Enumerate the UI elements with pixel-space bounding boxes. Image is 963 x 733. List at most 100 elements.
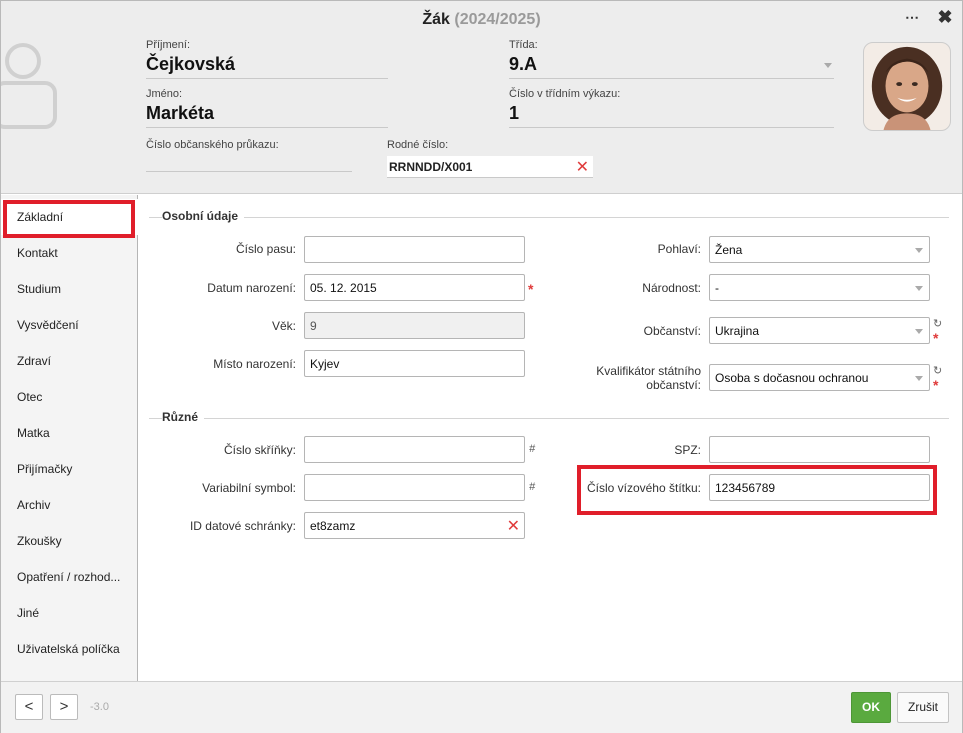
citizenship-label: Občanství:	[643, 324, 701, 338]
chevron-down-icon[interactable]	[915, 248, 923, 253]
surname-value: Čejkovská	[146, 54, 236, 74]
birth-number-label: Rodné číslo:	[387, 139, 449, 151]
student-photo[interactable]	[863, 42, 951, 131]
data-box-id-input[interactable]: et8zamz ✕	[304, 512, 525, 539]
firstname-field[interactable]: Jméno: Markéta	[146, 88, 388, 128]
sidebar-item-kontakt[interactable]: Kontakt	[1, 235, 138, 271]
citizenship-qualifier-label-line2: občanství:	[646, 378, 701, 392]
age-input: 9	[304, 312, 525, 339]
required-mark: *	[933, 330, 939, 346]
sidebar-item-archiv[interactable]: Archiv	[1, 487, 138, 523]
variable-symbol-label: Variabilní symbol:	[202, 481, 296, 495]
close-icon[interactable]: ✖	[937, 8, 953, 26]
sidebar-item-prijimacky[interactable]: Přijímačky	[1, 451, 138, 487]
refresh-icon[interactable]: ↻	[933, 364, 942, 377]
birth-number-field[interactable]: Rodné číslo: RRNNDD/X001 ✕	[387, 139, 593, 178]
locker-number-label: Číslo skříňky:	[223, 443, 296, 457]
locker-number-input[interactable]	[304, 436, 525, 463]
license-plate-input[interactable]	[709, 436, 930, 463]
sidebar-item-zakladni[interactable]: Základní	[1, 199, 138, 235]
hash-icon[interactable]: #	[529, 481, 535, 493]
variable-symbol-input[interactable]	[304, 474, 525, 501]
visa-label-number-input[interactable]: 123456789	[709, 474, 930, 501]
more-options-icon[interactable]: ⋯	[905, 9, 919, 25]
firstname-underline	[146, 127, 388, 128]
next-button[interactable]: >	[50, 694, 78, 720]
dialog-header: Žák (2024/2025) ⋯ ✖ Příjmení: Čejkovská …	[1, 1, 962, 194]
prev-button[interactable]: <	[15, 694, 43, 720]
sidebar-item-jine[interactable]: Jiné	[1, 595, 138, 631]
license-plate-label: SPZ:	[674, 443, 701, 457]
age-label: Věk:	[271, 319, 296, 333]
citizenship-select[interactable]: Ukrajina	[709, 317, 930, 344]
class-underline	[509, 78, 834, 79]
ok-button[interactable]: OK	[851, 692, 891, 723]
gender-value: Žena	[715, 243, 743, 257]
sidebar-item-vysvedceni[interactable]: Vysvědčení	[1, 307, 138, 343]
citizenship-qualifier-label-line1: Kvalifikátor státního	[596, 364, 701, 378]
gender-label: Pohlaví:	[657, 242, 701, 256]
id-card-number-field[interactable]: Číslo občanského průkazu:	[146, 139, 352, 172]
section-title-ruzne: Různé	[162, 410, 204, 424]
nationality-value: -	[715, 281, 719, 295]
class-register-number-label: Číslo v třídním výkazu:	[509, 88, 621, 100]
chevron-down-icon[interactable]	[915, 376, 923, 381]
chevron-down-icon[interactable]	[915, 329, 923, 334]
sidebar-item-studium[interactable]: Studium	[1, 271, 138, 307]
birth-date-label: Datum narození:	[207, 281, 296, 295]
passport-number-label: Číslo pasu:	[235, 242, 296, 256]
sidebar-item-uzivatelska-policka[interactable]: Uživatelská políčka	[1, 631, 138, 667]
id-card-number-label: Číslo občanského průkazu:	[146, 139, 279, 151]
id-card-number-underline	[146, 171, 352, 172]
gender-select[interactable]: Žena	[709, 236, 930, 263]
chevron-down-icon[interactable]	[915, 286, 923, 291]
refresh-icon[interactable]: ↻	[933, 317, 942, 330]
surname-label: Příjmení:	[146, 39, 191, 51]
sidebar-item-matka[interactable]: Matka	[1, 415, 138, 451]
sidebar-item-opatreni[interactable]: Opatření / rozhod...	[1, 559, 138, 595]
citizenship-value: Ukrajina	[715, 324, 760, 338]
dialog-footer: < > -3.0 OK Zrušit	[1, 681, 962, 733]
passport-number-input[interactable]	[304, 236, 525, 263]
hash-icon[interactable]: #	[529, 443, 535, 455]
class-select[interactable]: Třída: 9.A	[509, 39, 834, 79]
surname-underline	[146, 78, 388, 79]
firstname-value: Markéta	[146, 103, 215, 123]
class-value: 9.A	[509, 54, 538, 74]
nationality-select[interactable]: -	[709, 274, 930, 301]
required-mark: *	[528, 281, 534, 297]
firstname-label: Jméno:	[146, 88, 183, 100]
class-register-number-underline	[509, 127, 834, 128]
birth-number-value: RRNNDD/X001	[389, 160, 473, 174]
required-mark: *	[933, 377, 939, 393]
section-divider	[149, 418, 949, 419]
surname-field[interactable]: Příjmení: Čejkovská	[146, 39, 388, 79]
citizenship-qualifier-value: Osoba s dočasnou ochranou	[715, 371, 869, 385]
citizenship-qualifier-select[interactable]: Osoba s dočasnou ochranou	[709, 364, 930, 391]
clear-icon[interactable]: ✕	[507, 516, 520, 536]
birth-number-input[interactable]: RRNNDD/X001 ✕	[387, 156, 593, 178]
sidebar: Základní Kontakt Studium Vysvědčení Zdra…	[1, 195, 138, 681]
class-label: Třída:	[509, 39, 538, 51]
birth-date-input[interactable]: 05. 12. 2015	[304, 274, 525, 301]
birth-place-input[interactable]: Kyjev	[304, 350, 525, 377]
clear-icon[interactable]: ✕	[576, 157, 589, 177]
dialog-title-text: Žák	[422, 11, 450, 28]
cancel-button[interactable]: Zrušit	[897, 692, 949, 723]
birth-place-label: Místo narození:	[213, 357, 296, 371]
class-register-number-field[interactable]: Číslo v třídním výkazu: 1	[509, 88, 834, 128]
chevron-down-icon[interactable]	[824, 63, 832, 68]
sidebar-item-otec[interactable]: Otec	[1, 379, 138, 415]
visa-label-number-label: Číslo vízového štítku:	[586, 481, 701, 495]
nationality-label: Národnost:	[642, 281, 701, 295]
data-box-id-label: ID datové schránky:	[189, 519, 296, 533]
citizenship-qualifier-label: Kvalifikátor státního občanství:	[569, 364, 701, 392]
version-text: -3.0	[90, 701, 109, 713]
section-divider	[149, 217, 949, 218]
form-content: Osobní údaje Číslo pasu: Datum narození:…	[139, 195, 962, 681]
sidebar-item-zkousky[interactable]: Zkoušky	[1, 523, 138, 559]
dialog-title: Žák (2024/2025)	[1, 11, 962, 29]
sidebar-item-zdravi[interactable]: Zdraví	[1, 343, 138, 379]
dialog-title-year: (2024/2025)	[454, 11, 541, 28]
class-register-number-value: 1	[509, 103, 520, 123]
